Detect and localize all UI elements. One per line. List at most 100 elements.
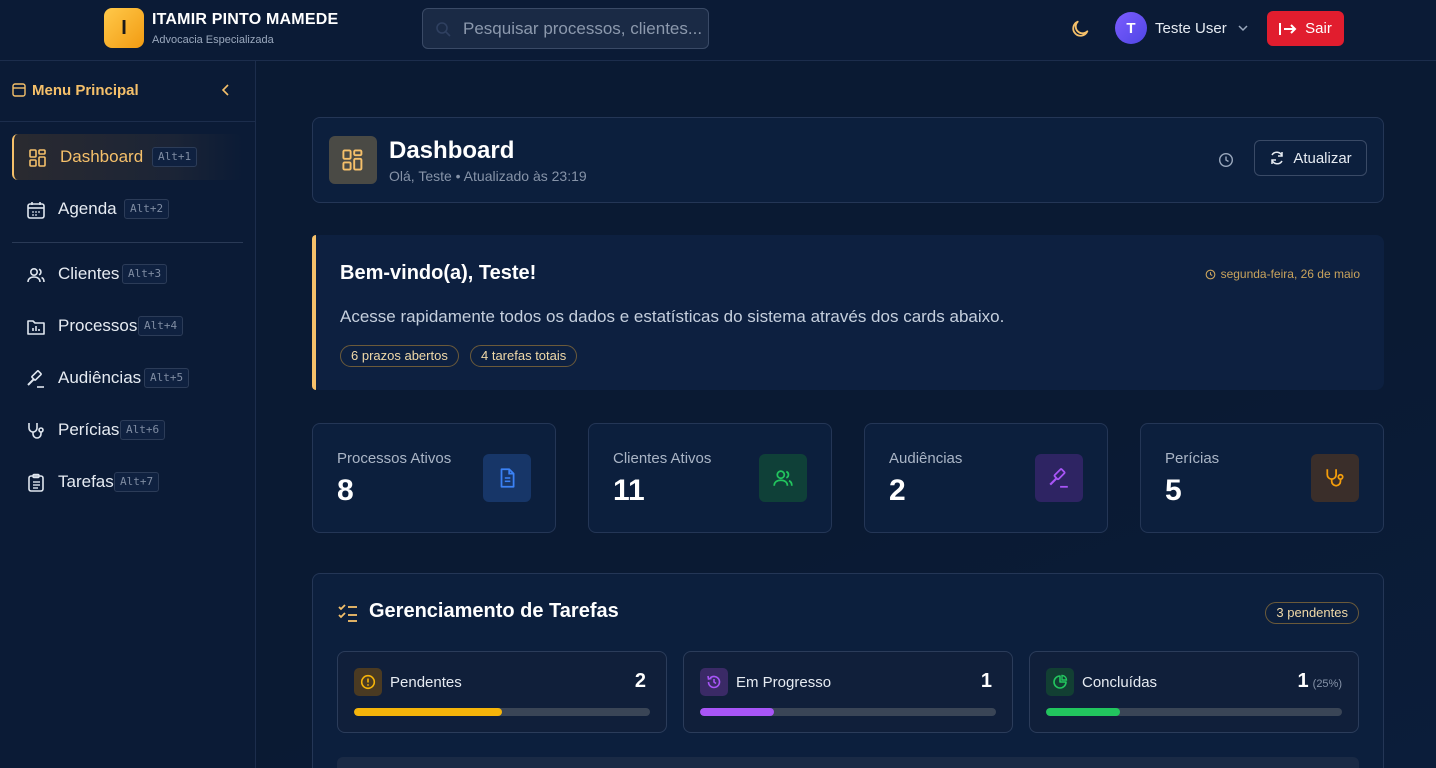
task-card-concluidas[interactable]: Concluídas 1 (25%) [1029,651,1359,733]
shortcut-hint: Alt+3 [122,264,168,284]
sidebar-item-pericias[interactable]: Perícias Alt+6 [12,407,242,453]
refresh-icon [1271,151,1284,165]
logout-button[interactable]: Sair [1267,11,1344,46]
tasks-section: Gerenciamento de Tarefas 3 pendentes Pen… [312,573,1384,768]
brand-title: ITAMIR PINTO MAMEDE [152,11,339,28]
document-icon [483,454,531,502]
sidebar-header: Menu Principal [0,61,255,122]
chevron-left-icon[interactable] [219,83,233,97]
task-label: Pendentes [390,674,462,691]
progress-bar [700,708,996,716]
progress-bar [1046,708,1342,716]
checklist-icon [338,604,357,622]
top-header: I ITAMIR PINTO MAMEDE Advocacia Especial… [0,0,1436,61]
brand-subtitle: Advocacia Especializada [152,34,274,46]
page-title: Dashboard [389,137,515,164]
sidebar-title: Menu Principal [32,82,139,99]
sidebar-item-agenda[interactable]: Agenda Alt+2 [12,186,242,232]
shortcut-hint: Alt+7 [114,472,160,492]
stethoscope-icon [1311,454,1359,502]
stat-label: Processos Ativos [337,450,452,467]
refresh-label: Atualizar [1293,149,1352,167]
shortcut-hint: Alt+6 [120,420,166,440]
user-name[interactable]: Teste User [1155,20,1227,37]
stat-value: 8 [337,474,354,507]
task-card-em-progresso[interactable]: Em Progresso 1 [683,651,1013,733]
sidebar-item-tarefas[interactable]: Tarefas Alt+7 [12,459,242,505]
main-content: Dashboard Olá, Teste • Atualizado às 23:… [256,61,1436,768]
logo-badge[interactable]: I [104,8,144,48]
sidebar-item-audiencias[interactable]: Audiências Alt+5 [12,355,242,401]
count-value: 1 [980,670,992,692]
sidebar-item-clientes[interactable]: Clientes Alt+3 [12,251,242,297]
date-text: segunda-feira, 26 de maio [1220,267,1360,281]
stat-card-pericias[interactable]: Perícias 5 [1140,423,1384,533]
task-count: 1 (25%) [1298,670,1342,693]
stat-label: Clientes Ativos [613,450,712,467]
shortcut-hint: Alt+1 [152,147,198,167]
sidebar-item-label: Agenda [58,199,117,218]
chevron-down-icon[interactable] [1237,22,1249,34]
calendar-icon [27,202,45,219]
stat-value: 11 [613,474,645,507]
page-subtitle: Olá, Teste • Atualizado às 23:19 [389,168,587,184]
shortcut-hint: Alt+2 [124,199,170,219]
stat-value: 5 [1165,474,1182,507]
sidebar-item-label: Processos [58,316,138,335]
stat-value: 2 [889,474,906,507]
stat-card-processos[interactable]: Processos Ativos 8 [312,423,556,533]
refresh-button[interactable]: Atualizar [1254,140,1367,176]
task-label: Em Progresso [736,674,832,691]
users-icon [27,267,45,283]
stat-label: Audiências [889,450,963,467]
menu-icon [12,83,26,97]
sidebar-item-processos[interactable]: Processos Alt+4 [12,303,242,349]
section-title: Gerenciamento de Tarefas [369,600,619,622]
deadlines-pill: 6 prazos abertos [340,345,459,367]
welcome-card: Bem-vindo(a), Teste! segunda-feira, 26 d… [312,235,1384,390]
task-count: 1 [981,670,996,693]
stat-card-clientes[interactable]: Clientes Ativos 11 [588,423,832,533]
pie-chart-icon [1046,668,1074,696]
task-count: 2 [635,670,650,693]
logout-icon [1279,22,1297,35]
count-value: 1 [1297,670,1309,692]
gavel-icon [27,370,44,388]
task-label: Concluídas [1082,674,1158,691]
tasks-pill: 4 tarefas totais [470,345,578,367]
sidebar-item-dashboard[interactable]: Dashboard Alt+1 [12,134,242,180]
sidebar: Menu Principal Dashboard Alt+1 Agenda Al… [0,61,256,768]
clipboard-icon [28,473,44,492]
dashboard-header: Dashboard Olá, Teste • Atualizado às 23:… [312,117,1384,203]
history-icon [700,668,728,696]
task-list-header [337,757,1359,768]
welcome-text: Acesse rapidamente todos os dados e esta… [340,307,1005,326]
sidebar-item-label: Audiências [58,368,142,387]
sidebar-item-label: Perícias [58,420,120,439]
users-icon [759,454,807,502]
progress-bar [354,708,650,716]
sidebar-item-label: Tarefas [58,472,114,491]
search-box[interactable] [422,8,709,49]
sidebar-item-label: Clientes [58,264,120,283]
stat-card-audiencias[interactable]: Audiências 2 [864,423,1108,533]
clock-icon [1205,269,1215,279]
avatar[interactable]: T [1115,12,1147,44]
logout-label: Sair [1305,20,1332,37]
task-percent: (25%) [1312,678,1342,690]
sidebar-item-label: Dashboard [60,147,144,166]
task-card-pendentes[interactable]: Pendentes 2 [337,651,667,733]
clock-icon [1218,152,1234,168]
alert-circle-icon [354,668,382,696]
pending-badge: 3 pendentes [1265,602,1359,624]
moon-icon[interactable] [1069,18,1091,40]
sidebar-divider [12,242,243,243]
gavel-icon [1035,454,1083,502]
search-input[interactable] [463,9,703,48]
accent-bar [312,235,316,390]
stat-label: Perícias [1165,450,1220,467]
progress-fill [700,708,774,716]
dashboard-icon [329,136,377,184]
shortcut-hint: Alt+4 [138,316,184,336]
search-icon [436,22,451,37]
